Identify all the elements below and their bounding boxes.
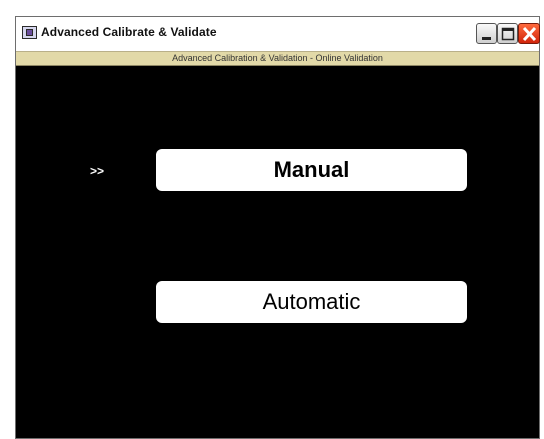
minimize-icon bbox=[482, 37, 491, 40]
close-icon bbox=[522, 26, 537, 42]
window-subtitle: Advanced Calibration & Validation - Onli… bbox=[172, 53, 383, 63]
title-bar[interactable]: Advanced Calibrate & Validate bbox=[16, 17, 540, 51]
manual-button[interactable]: Manual bbox=[156, 149, 467, 191]
window-title: Advanced Calibrate & Validate bbox=[41, 25, 217, 39]
close-button[interactable] bbox=[518, 23, 540, 44]
maximize-icon bbox=[501, 27, 515, 41]
app-icon[interactable] bbox=[22, 26, 37, 39]
maximize-button[interactable] bbox=[497, 23, 518, 44]
selection-indicator: >> bbox=[90, 164, 105, 178]
subtitle-bar: Advanced Calibration & Validation - Onli… bbox=[16, 51, 539, 66]
minimize-button[interactable] bbox=[476, 23, 497, 44]
automatic-button[interactable]: Automatic bbox=[156, 281, 467, 323]
app-window: Advanced Calibrate & Validate Advanced C… bbox=[15, 16, 540, 439]
